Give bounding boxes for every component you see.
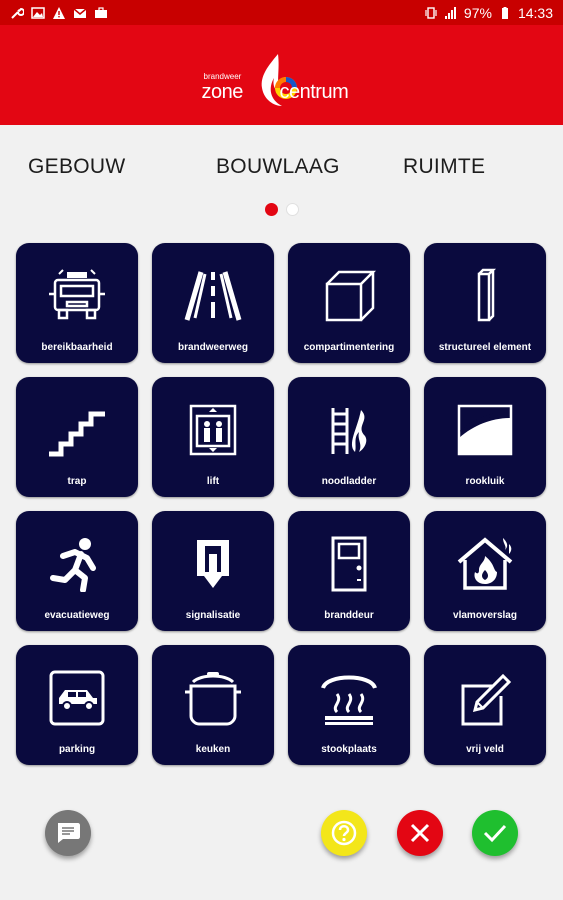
brand-zone-text: zone bbox=[201, 81, 244, 103]
tile-label: bereikbaarheid bbox=[41, 342, 113, 353]
tile-label: stookplaats bbox=[321, 744, 377, 755]
tile-label: vlamoverslag bbox=[453, 610, 517, 621]
tile-stookplaats[interactable]: stookplaats bbox=[288, 645, 410, 765]
tile-trap[interactable]: trap bbox=[16, 377, 138, 497]
clock: 14:33 bbox=[517, 4, 553, 21]
car-icon bbox=[49, 670, 105, 726]
confirm-button[interactable] bbox=[472, 810, 518, 856]
tile-label: structureel element bbox=[438, 342, 532, 353]
tab-bouwlaag[interactable]: BOUWLAAG bbox=[216, 155, 340, 179]
element-grid: bereikbaarheid brandweerweg compartiment… bbox=[16, 243, 548, 765]
briefcase-icon bbox=[95, 6, 107, 18]
image-icon bbox=[31, 6, 45, 19]
running-man-icon bbox=[50, 538, 96, 592]
tile-label: lift bbox=[206, 476, 220, 487]
close-icon bbox=[410, 823, 430, 843]
heater-icon bbox=[321, 675, 377, 725]
pencil-icon bbox=[461, 673, 512, 726]
cooking-pot-icon bbox=[185, 672, 241, 726]
tile-label: branddeur bbox=[324, 610, 374, 621]
tile-label: noodladder bbox=[321, 476, 377, 487]
tile-vrij-veld[interactable]: vrij veld bbox=[424, 645, 546, 765]
tile-signalisatie[interactable]: signalisatie bbox=[152, 511, 274, 631]
tile-compartimentering[interactable]: compartimentering bbox=[288, 243, 410, 363]
battery-percentage: 97% bbox=[463, 4, 492, 21]
tile-vlamoverslag[interactable]: vlamoverslag bbox=[424, 511, 546, 631]
cube-icon bbox=[325, 270, 377, 322]
burning-house-icon bbox=[457, 537, 513, 590]
app-header: brandweer zone centrum bbox=[0, 25, 563, 125]
tile-parking[interactable]: parking bbox=[16, 645, 138, 765]
vibrate-icon bbox=[425, 6, 437, 19]
wrench-icon bbox=[11, 7, 24, 19]
page-dot-2[interactable] bbox=[285, 202, 299, 216]
tab-ruimte[interactable]: RUIMTE bbox=[403, 155, 485, 179]
signal-icon bbox=[444, 6, 456, 19]
brand-centrum-text: centrum bbox=[279, 81, 349, 103]
tile-brandweerweg[interactable]: brandweerweg bbox=[152, 243, 274, 363]
tile-structureel-element[interactable]: structureel element bbox=[424, 243, 546, 363]
door-icon bbox=[331, 536, 367, 592]
tile-label: evacuatieweg bbox=[44, 610, 110, 621]
tab-gebouw[interactable]: GEBOUW bbox=[28, 155, 125, 179]
status-bar: 97% 14:33 bbox=[0, 0, 563, 25]
exit-sign-icon bbox=[197, 540, 229, 588]
chat-icon bbox=[58, 823, 80, 843]
tile-noodladder[interactable]: noodladder bbox=[288, 377, 410, 497]
ladder-icon bbox=[331, 408, 367, 454]
tile-label: trap bbox=[67, 476, 87, 487]
gmail-icon bbox=[73, 7, 87, 18]
check-icon bbox=[483, 824, 507, 843]
page-indicator bbox=[0, 199, 563, 219]
cancel-button[interactable] bbox=[397, 810, 443, 856]
column-icon bbox=[477, 268, 497, 322]
tile-label: keuken bbox=[195, 744, 231, 755]
tile-evacuatieweg[interactable]: evacuatieweg bbox=[16, 511, 138, 631]
tile-label: parking bbox=[58, 744, 96, 755]
tile-label: vrij veld bbox=[466, 744, 504, 755]
tile-label: signalisatie bbox=[185, 610, 241, 621]
smoke-hatch-icon bbox=[457, 404, 513, 456]
road-icon bbox=[184, 271, 242, 321]
brand-logo: brandweer zone centrum bbox=[202, 40, 362, 110]
help-icon bbox=[331, 820, 357, 846]
tile-label: rookluik bbox=[465, 476, 505, 487]
fire-truck-icon bbox=[49, 269, 105, 320]
help-button[interactable] bbox=[321, 810, 367, 856]
chat-button[interactable] bbox=[45, 810, 91, 856]
elevator-icon bbox=[189, 404, 237, 456]
warning-icon bbox=[53, 6, 65, 19]
tile-label: brandweerweg bbox=[177, 342, 249, 353]
tile-keuken[interactable]: keuken bbox=[152, 645, 274, 765]
tile-branddeur[interactable]: branddeur bbox=[288, 511, 410, 631]
battery-icon bbox=[501, 6, 508, 19]
tile-lift[interactable]: lift bbox=[152, 377, 274, 497]
tile-bereikbaarheid[interactable]: bereikbaarheid bbox=[16, 243, 138, 363]
tile-label: compartimentering bbox=[303, 342, 395, 353]
tile-rookluik[interactable]: rookluik bbox=[424, 377, 546, 497]
brand-small-text: brandweer bbox=[203, 72, 242, 81]
category-tabs: GEBOUW BOUWLAAG RUIMTE bbox=[0, 125, 563, 199]
page-dot-1[interactable] bbox=[264, 202, 278, 216]
stairs-icon bbox=[49, 411, 105, 457]
